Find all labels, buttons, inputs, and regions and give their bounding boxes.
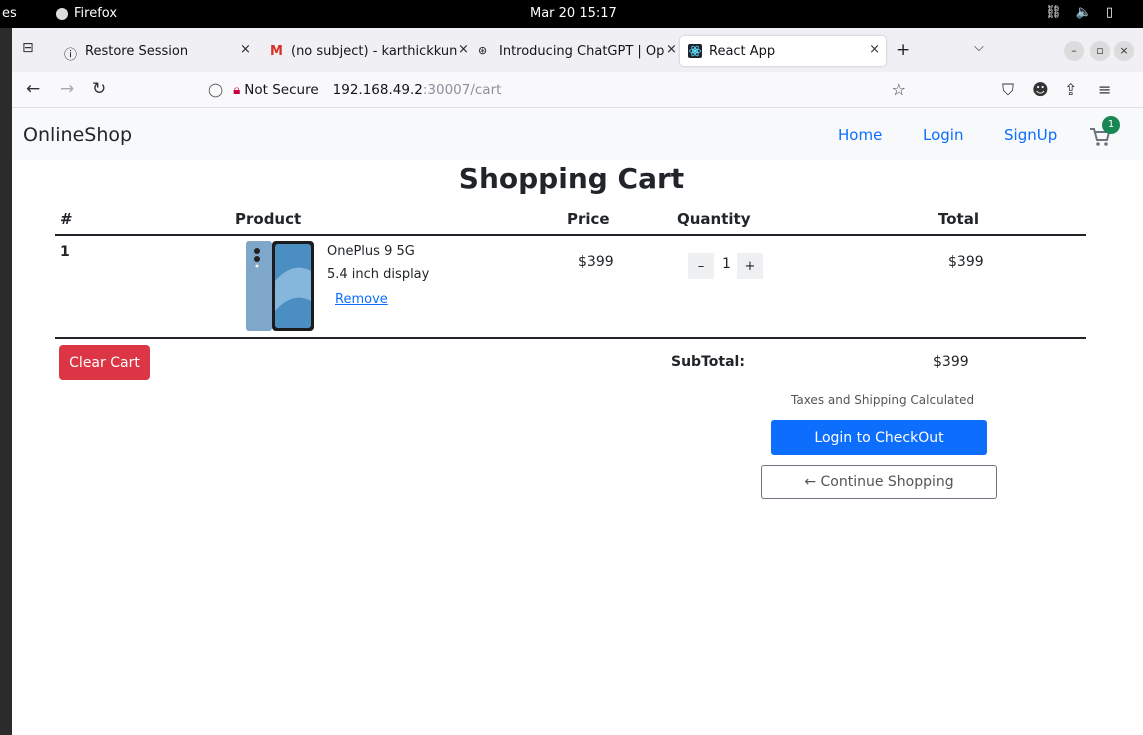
row-index: 1 bbox=[60, 244, 70, 260]
close-tab-icon[interactable]: × bbox=[458, 42, 469, 57]
close-tab-icon[interactable]: × bbox=[240, 42, 251, 57]
page-title: Shopping Cart bbox=[458, 162, 685, 195]
table-divider bbox=[55, 234, 1086, 236]
restore-icon[interactable]: ▫ bbox=[1090, 41, 1110, 61]
cart-count-badge: 1 bbox=[1102, 116, 1120, 134]
brand-logo[interactable]: OnlineShop bbox=[23, 124, 132, 146]
tab-strip: ⊟ ⓘ Restore Session × M (no subject) - k… bbox=[12, 28, 1143, 72]
dock-edge bbox=[0, 28, 12, 735]
header-total: Total bbox=[938, 210, 979, 228]
clear-cart-button[interactable]: Clear Cart bbox=[59, 345, 150, 380]
tab-label: (no subject) - karthickkun bbox=[291, 43, 458, 59]
header-product: Product bbox=[235, 210, 302, 228]
item-quantity: 1 bbox=[722, 256, 731, 272]
browser-toolbar: ← → ↻ ◯ 🔒︎ Not Secure 192.168.49.2:30007… bbox=[12, 72, 1143, 108]
system-top-bar: es Firefox Mar 20 15:17 ⛓ 🔈 ▯ bbox=[0, 0, 1143, 28]
product-image[interactable] bbox=[246, 241, 314, 331]
account-icon[interactable]: ☻ bbox=[1032, 80, 1049, 99]
info-icon: ⓘ bbox=[64, 48, 78, 63]
url-bar[interactable]: ◯ 🔒︎ Not Secure 192.168.49.2:30007/cart … bbox=[198, 76, 910, 104]
menu-hamburger-icon[interactable]: ≡ bbox=[1098, 80, 1111, 99]
activities-button[interactable]: es bbox=[2, 6, 17, 21]
tracking-shield-icon[interactable]: ◯ bbox=[208, 82, 223, 98]
nav-signup-link[interactable]: SignUp bbox=[1004, 126, 1057, 144]
url-path: :30007/cart bbox=[422, 82, 502, 98]
login-to-checkout-button[interactable]: Login to CheckOut bbox=[771, 420, 987, 455]
insecure-lock-icon[interactable]: 🔒︎ bbox=[233, 82, 240, 98]
url-host: 192.168.49.2 bbox=[332, 82, 423, 98]
back-icon[interactable]: ← bbox=[26, 79, 40, 99]
tab-label: Introducing ChatGPT | Op bbox=[499, 43, 665, 59]
increase-quantity-button[interactable]: + bbox=[737, 253, 763, 279]
tab-label: React App bbox=[709, 43, 776, 59]
volume-icon: 🔈 bbox=[1075, 5, 1092, 20]
battery-icon: ▯ bbox=[1105, 5, 1113, 20]
firefox-icon bbox=[56, 7, 68, 20]
react-icon bbox=[688, 44, 702, 58]
nav-login-link[interactable]: Login bbox=[923, 126, 963, 144]
site-navbar: OnlineShop Home Login SignUp 1 bbox=[12, 108, 1143, 160]
network-icon: ⛓ bbox=[1045, 5, 1062, 20]
table-divider bbox=[55, 337, 1086, 339]
product-name: OnePlus 9 5G bbox=[327, 244, 415, 259]
header-price: Price bbox=[567, 210, 610, 228]
remove-item-button[interactable]: Remove bbox=[335, 292, 388, 307]
tab-gmail[interactable]: M (no subject) - karthickkun bbox=[262, 36, 464, 66]
system-tray[interactable]: ⛓ 🔈 ▯ bbox=[1045, 5, 1113, 20]
product-description: 5.4 inch display bbox=[327, 267, 430, 282]
tab-overview-icon[interactable]: ⊟ bbox=[22, 40, 34, 56]
not-secure-label: Not Secure bbox=[244, 82, 319, 98]
continue-shopping-button[interactable]: ← Continue Shopping bbox=[761, 465, 997, 499]
decrease-quantity-button[interactable]: – bbox=[688, 253, 714, 279]
item-price: $399 bbox=[578, 254, 614, 270]
close-tab-icon[interactable]: × bbox=[869, 42, 880, 57]
item-total: $399 bbox=[948, 254, 984, 270]
tab-label: Restore Session bbox=[85, 43, 189, 59]
forward-icon[interactable]: → bbox=[60, 79, 74, 99]
new-tab-icon[interactable]: + bbox=[896, 40, 910, 60]
taxes-note: Taxes and Shipping Calculated bbox=[791, 393, 975, 407]
app-menu[interactable]: Firefox bbox=[56, 6, 117, 21]
tab-restore-session[interactable]: ⓘ Restore Session bbox=[56, 36, 256, 66]
tab-react-app[interactable]: React App × bbox=[680, 36, 886, 66]
subtotal-label: SubTotal: bbox=[671, 354, 745, 370]
subtotal-value: $399 bbox=[933, 354, 969, 370]
bookmark-star-icon[interactable]: ☆ bbox=[892, 80, 906, 99]
extensions-icon[interactable]: ⇪ bbox=[1064, 80, 1077, 99]
openai-icon: ⊛ bbox=[478, 44, 488, 57]
header-index: # bbox=[60, 210, 73, 228]
minimize-icon[interactable]: – bbox=[1064, 41, 1084, 61]
gmail-icon: M bbox=[270, 44, 283, 59]
list-tabs-chevron-down-icon[interactable]: ⌵ bbox=[974, 40, 984, 55]
close-window-icon[interactable]: × bbox=[1114, 41, 1134, 61]
pocket-icon[interactable]: ⛉ bbox=[1002, 80, 1014, 100]
header-quantity: Quantity bbox=[677, 210, 751, 228]
app-name: Firefox bbox=[74, 6, 118, 21]
tab-chatgpt[interactable]: ⊛ Introducing ChatGPT | Op bbox=[470, 36, 666, 66]
nav-home-link[interactable]: Home bbox=[838, 126, 882, 144]
clock[interactable]: Mar 20 15:17 bbox=[530, 6, 617, 21]
reload-icon[interactable]: ↻ bbox=[92, 79, 106, 99]
close-tab-icon[interactable]: × bbox=[666, 42, 677, 57]
